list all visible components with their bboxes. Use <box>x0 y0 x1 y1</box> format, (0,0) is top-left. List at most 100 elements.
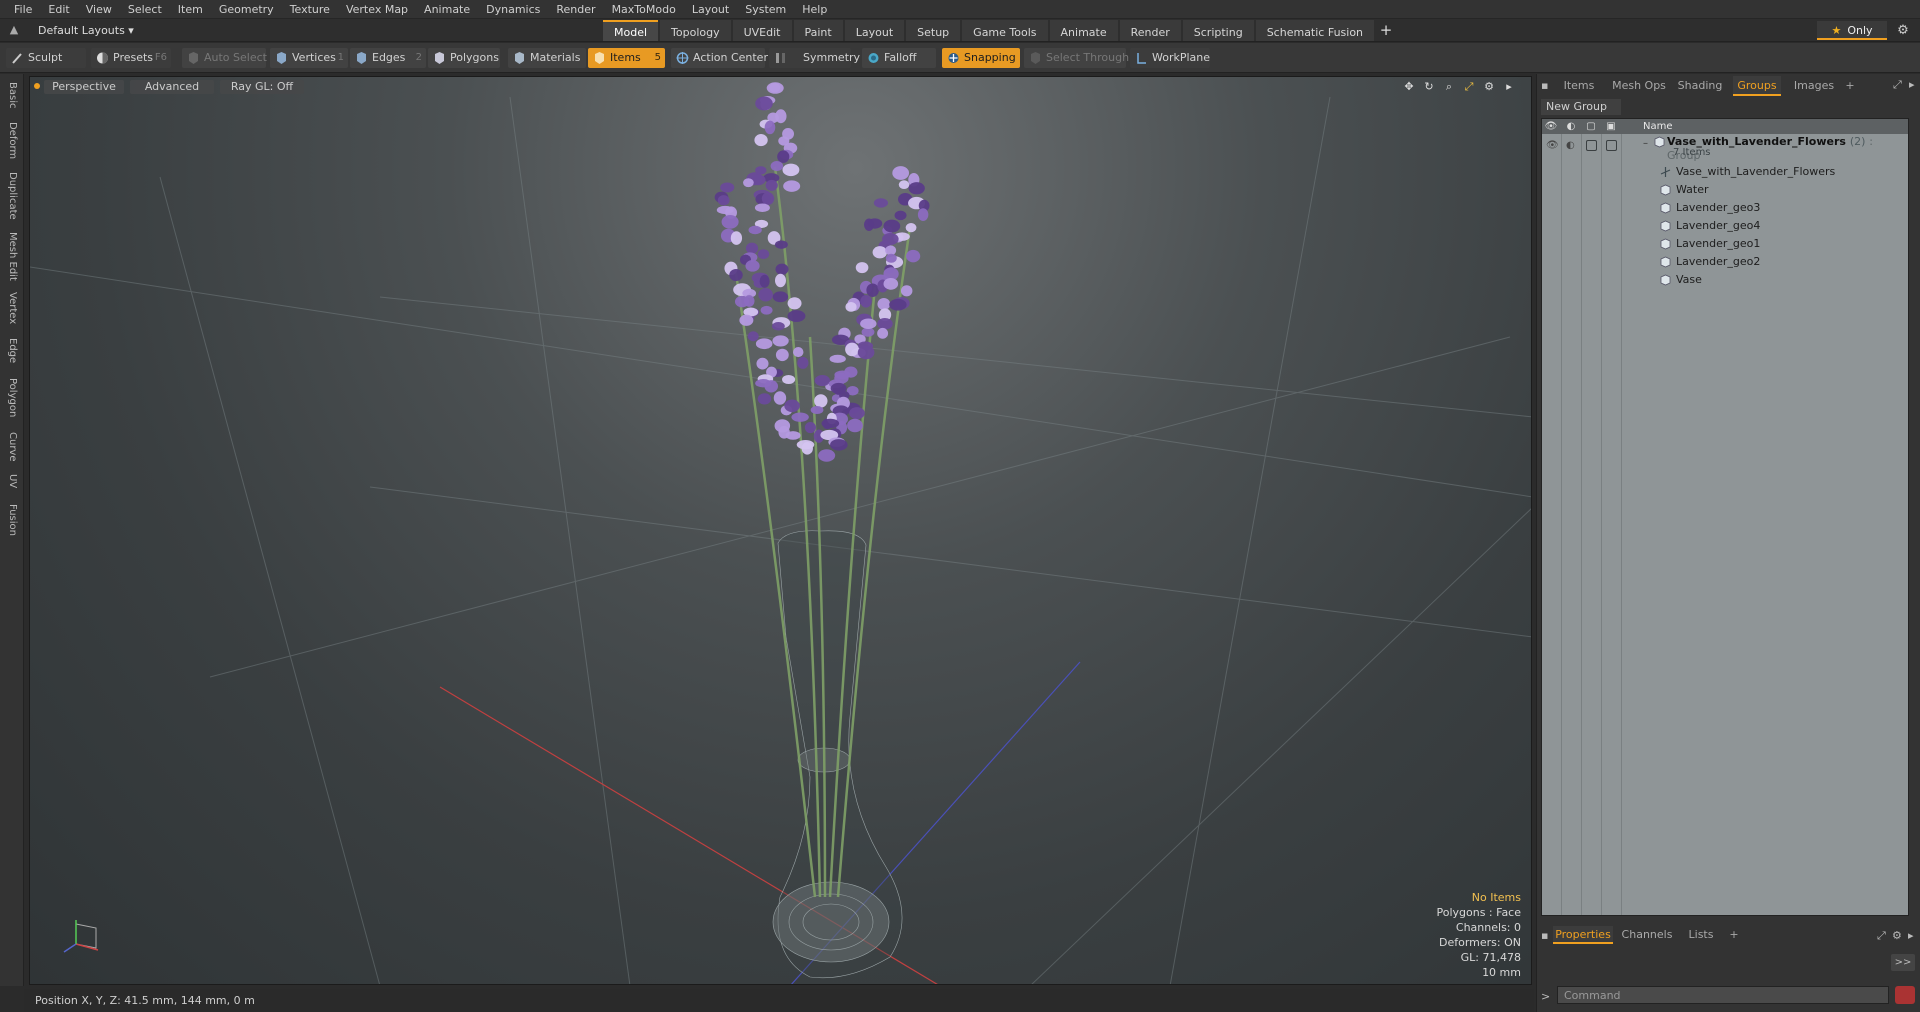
menu-dynamics[interactable]: Dynamics <box>478 0 548 19</box>
viewport-more-icon[interactable]: ▸ <box>1501 80 1517 94</box>
tab-images[interactable]: Images <box>1789 76 1839 96</box>
tab-model[interactable]: Model <box>603 20 659 41</box>
edges-button[interactable]: Edges 2 <box>350 48 426 68</box>
bottom-gear-icon[interactable]: ⚙ <box>1892 929 1902 942</box>
tab-shading[interactable]: Shading <box>1675 76 1725 96</box>
fit-icon[interactable]: ⤢ <box>1461 80 1477 94</box>
tab-setup[interactable]: Setup <box>906 20 961 41</box>
menu-file[interactable]: File <box>6 0 40 19</box>
expand-button[interactable]: >> <box>1891 954 1915 971</box>
menu-edit[interactable]: Edit <box>40 0 77 19</box>
bottom-maximize-icon[interactable]: ⤢ <box>1877 929 1886 943</box>
vtab-duplicate[interactable]: Duplicate <box>3 172 21 222</box>
tab-groups[interactable]: Groups <box>1733 76 1781 96</box>
vtab-curve[interactable]: Curve <box>3 432 21 464</box>
raygl-button[interactable]: Ray GL: Off <box>220 80 304 94</box>
materials-button[interactable]: Materials <box>508 48 586 68</box>
add-tab-plus-icon[interactable]: + <box>1376 20 1396 41</box>
select-through-button[interactable]: Select Through <box>1024 48 1129 68</box>
only-button[interactable]: ★ Only <box>1817 21 1887 40</box>
menu-help[interactable]: Help <box>794 0 835 19</box>
tab-items[interactable]: Items <box>1557 76 1601 96</box>
vtab-mesh-edit[interactable]: Mesh Edit <box>3 232 21 284</box>
tab-uvedit[interactable]: UVEdit <box>732 20 792 41</box>
action-center-button[interactable]: Action Center <box>671 48 768 68</box>
menu-render[interactable]: Render <box>548 0 603 19</box>
workplane-button[interactable]: WorkPlane <box>1130 48 1210 68</box>
menu-texture[interactable]: Texture <box>282 0 338 19</box>
menu-select[interactable]: Select <box>120 0 170 19</box>
zoom-icon[interactable]: ⌕ <box>1441 80 1457 94</box>
tree-item-lavender-geo1[interactable]: Lavender_geo1 <box>1542 235 1908 253</box>
auto-select-button[interactable]: Auto Select <box>182 48 267 68</box>
tree-item-lavender-geo3[interactable]: Lavender_geo3 <box>1542 199 1908 217</box>
presets-button[interactable]: Presets F6 <box>91 48 171 68</box>
rotate-icon[interactable]: ↻ <box>1421 80 1437 94</box>
tree-item-lavender-geo2[interactable]: Lavender_geo2 <box>1542 253 1908 271</box>
name-column-header[interactable]: Name <box>1643 119 1673 134</box>
lock-icon[interactable]: ▢ <box>1584 120 1598 133</box>
collapse-arrow-icon[interactable]: ▲ <box>6 21 22 39</box>
tab-layout[interactable]: Layout <box>844 20 905 41</box>
vtab-fusion[interactable]: Fusion <box>3 504 21 540</box>
tree-item-water[interactable]: Water <box>1542 181 1908 199</box>
panel-arrow-icon[interactable]: ▸ <box>1909 78 1915 91</box>
group-row[interactable]: 👁 ◐ – Vase_with_Lavender_Flowers (2) : G… <box>1542 135 1908 162</box>
command-input[interactable] <box>1557 986 1889 1004</box>
pan-icon[interactable]: ✥ <box>1401 80 1417 94</box>
select-icon[interactable]: ▣ <box>1604 120 1618 133</box>
tab-game-tools[interactable]: Game Tools <box>962 20 1048 41</box>
3d-viewport[interactable]: Perspective Advanced Ray GL: Off ✥ ↻ ⌕ ⤢… <box>29 76 1532 985</box>
group-collapse-icon[interactable]: – <box>1643 135 1648 153</box>
tab-animate[interactable]: Animate <box>1049 20 1118 41</box>
tab-schematic-fusion[interactable]: Schematic Fusion <box>1255 20 1375 41</box>
tab-paint[interactable]: Paint <box>793 20 843 41</box>
gear-icon[interactable]: ⚙ <box>1893 21 1913 40</box>
menu-vertex-map[interactable]: Vertex Map <box>338 0 416 19</box>
vertices-button[interactable]: Vertices 1 <box>270 48 348 68</box>
menu-animate[interactable]: Animate <box>416 0 478 19</box>
add-bottom-tab-plus-icon[interactable]: + <box>1727 926 1741 944</box>
items-button[interactable]: Items 5 <box>588 48 665 68</box>
vtab-deform[interactable]: Deform <box>3 122 21 162</box>
render-icon[interactable]: ◐ <box>1564 120 1578 133</box>
perspective-button[interactable]: Perspective <box>44 80 124 94</box>
group-select-checkbox[interactable] <box>1606 140 1617 151</box>
menu-geometry[interactable]: Geometry <box>211 0 282 19</box>
snapping-button[interactable]: Snapping <box>942 48 1020 68</box>
group-render-icon[interactable]: ◐ <box>1566 140 1577 151</box>
sculpt-button[interactable]: Sculpt <box>6 48 86 68</box>
tab-lists[interactable]: Lists <box>1681 926 1721 944</box>
menu-layout[interactable]: Layout <box>684 0 737 19</box>
tree-item-lavender-geo4[interactable]: Lavender_geo4 <box>1542 217 1908 235</box>
maximize-icon[interactable]: ⤢ <box>1893 78 1902 92</box>
vtab-polygon[interactable]: Polygon <box>3 378 21 422</box>
falloff-button[interactable]: Falloff <box>862 48 936 68</box>
tab-topology[interactable]: Topology <box>660 20 731 41</box>
advanced-button[interactable]: Advanced <box>130 80 214 94</box>
tab-scripting[interactable]: Scripting <box>1182 20 1254 41</box>
symmetry-button[interactable]: Symmetry <box>769 48 860 68</box>
viewport-menu-dot-icon[interactable] <box>34 83 40 89</box>
viewport-settings-icon[interactable]: ⚙ <box>1481 80 1497 94</box>
vtab-edge[interactable]: Edge <box>3 338 21 368</box>
menu-maxtomodo[interactable]: MaxToModo <box>604 0 684 19</box>
vtab-uv[interactable]: UV <box>3 474 21 494</box>
tab-channels[interactable]: Channels <box>1619 926 1675 944</box>
tab-render[interactable]: Render <box>1119 20 1181 41</box>
tree-item-vase[interactable]: Vase <box>1542 271 1908 289</box>
tree-item-vase-with-lavender-flowers[interactable]: Vase_with_Lavender_Flowers <box>1542 163 1908 181</box>
vtab-vertex[interactable]: Vertex <box>3 292 21 328</box>
visibility-eye-icon[interactable]: 👁 <box>1544 120 1558 133</box>
menu-item[interactable]: Item <box>170 0 211 19</box>
vtab-basic[interactable]: Basic <box>3 82 21 114</box>
group-lock-checkbox[interactable] <box>1586 140 1597 151</box>
new-group-button[interactable]: New Group <box>1541 99 1621 115</box>
menu-view[interactable]: View <box>78 0 120 19</box>
bottom-arrow-icon[interactable]: ▸ <box>1908 929 1914 942</box>
polygons-button[interactable]: Polygons <box>428 48 500 68</box>
command-run-button[interactable] <box>1895 986 1915 1004</box>
layout-dropdown[interactable]: Default Layouts ▾ <box>30 22 142 39</box>
add-panel-tab-plus-icon[interactable]: + <box>1843 76 1857 96</box>
group-visibility-eye-icon[interactable]: 👁 <box>1546 140 1559 151</box>
